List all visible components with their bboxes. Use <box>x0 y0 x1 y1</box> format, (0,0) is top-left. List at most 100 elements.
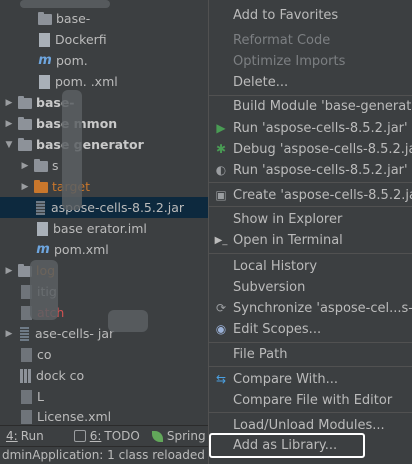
file-icon <box>37 221 48 236</box>
menu-item-label: Compare With... <box>233 371 339 387</box>
blur-overlay <box>20 0 110 8</box>
tree-item[interactable]: License.xml <box>0 406 208 425</box>
menu-item-subversion[interactable]: Subversion <box>209 276 412 298</box>
menu-item-compare-with-editor[interactable]: Compare File with Editor <box>209 389 412 411</box>
todo-tool-button[interactable]: 6: TODO <box>68 426 146 447</box>
debug-icon: ✱ <box>215 142 227 156</box>
tree-item[interactable]: m pom. <box>0 50 208 71</box>
menu-item-build-module[interactable]: Build Module 'base-generator' <box>209 95 412 117</box>
blur-overlay <box>30 260 58 320</box>
menu-item-synchronize[interactable]: ⟳ Synchronize 'aspose-cel...s-8.5. <box>209 297 412 319</box>
menu-item-label: Optimize Imports <box>233 53 346 69</box>
menu-item-label: Load/Unload Modules... <box>233 417 385 433</box>
tree-item[interactable]: ▶ base- <box>0 92 208 113</box>
expand-arrow-icon[interactable]: ▶ <box>4 329 14 339</box>
tree-item[interactable]: base- <box>0 8 208 29</box>
tree-item-label: co <box>37 347 52 362</box>
tree-item-selected[interactable]: aspose-cells-8.5.2.jar <box>0 197 208 218</box>
menu-item-label: File Path <box>233 346 288 362</box>
tree-item-label: pom. .xml <box>55 74 118 89</box>
menu-item-label: Add to Favorites <box>233 7 339 23</box>
compare-icon: ⇆ <box>215 372 227 386</box>
menu-item-optimize-imports[interactable]: Optimize Imports <box>209 50 412 72</box>
menu-item-create-config[interactable]: ▣ Create 'aspose-cells-8.5.2.jar'... <box>209 184 412 206</box>
tree-item[interactable]: ▶ ase-cells- jar <box>0 323 208 344</box>
file-icon <box>39 32 50 47</box>
todo-tool-label: TODO <box>104 429 140 443</box>
menu-item-local-history[interactable]: Local History <box>209 255 412 277</box>
menu-item-debug[interactable]: ✱ Debug 'aspose-cells-8.5.2.jar' <box>209 138 412 160</box>
tree-item-label: pom. <box>56 53 88 68</box>
menu-item-label: Synchronize 'aspose-cel...s-8.5. <box>233 300 412 316</box>
menu-item-label: Create 'aspose-cells-8.5.2.jar'... <box>233 187 412 203</box>
tree-item[interactable]: m pom.xml <box>0 239 208 260</box>
spring-tool-button[interactable]: Spring <box>146 426 212 447</box>
expand-arrow-icon[interactable]: ▶ <box>4 98 14 108</box>
menu-item-label: Run 'aspose-cells-8.5.2.jar' <box>233 120 408 136</box>
expand-arrow-icon[interactable]: ▶ <box>4 266 14 276</box>
tree-item[interactable]: L <box>0 386 208 407</box>
tree-item-label: s <box>52 158 59 173</box>
menu-separator <box>209 182 412 183</box>
project-tree[interactable]: base- Dockerfi m pom. pom. .xml ▶ base- … <box>0 0 208 425</box>
collapse-arrow-icon[interactable]: ▼ <box>4 140 14 150</box>
tool-window-bar: 4: Run 6: TODO Spring <box>0 425 208 446</box>
menu-item-open-in-terminal[interactable]: ▶_ Open in Terminal <box>209 229 412 251</box>
folder-orange-icon <box>34 179 48 193</box>
menu-item-edit-scopes[interactable]: ◉ Edit Scopes... <box>209 318 412 340</box>
tree-item[interactable]: co <box>0 344 208 365</box>
blur-overlay <box>62 90 82 210</box>
menu-item-run-with-coverage[interactable]: ◐ Run 'aspose-cells-8.5.2.jar' with <box>209 159 412 181</box>
file-icon <box>21 389 32 404</box>
menu-item-label: Edit Scopes... <box>233 321 322 337</box>
tree-item[interactable]: ▶ base mmon <box>0 113 208 134</box>
menu-item-delete[interactable]: Delete... <box>209 71 412 93</box>
folder-icon <box>34 158 48 172</box>
menu-item-show-in-explorer[interactable]: Show in Explorer <box>209 208 412 230</box>
todo-shortcut: 6: <box>89 429 102 443</box>
tree-item-label: L <box>37 389 44 404</box>
menu-item-compare-with[interactable]: ⇆ Compare With... <box>209 368 412 390</box>
tree-item[interactable]: ▼ base generator <box>0 134 208 155</box>
scopes-icon: ◉ <box>215 322 227 336</box>
menu-item-add-as-library[interactable]: Add as Library... <box>209 433 365 458</box>
tree-item[interactable]: pom. .xml <box>0 71 208 92</box>
tree-item[interactable]: ▶ s <box>0 155 208 176</box>
tree-item[interactable]: base erator.iml <box>0 218 208 239</box>
grid-icon <box>20 368 32 383</box>
menu-item-label: Build Module 'base-generator' <box>233 98 412 114</box>
file-icon <box>39 74 50 89</box>
folder-icon <box>18 137 32 151</box>
menu-item-label: Open in Terminal <box>233 232 343 248</box>
menu-item-label: Add as Library... <box>233 438 338 453</box>
menu-item-file-path[interactable]: File Path <box>209 343 412 365</box>
spring-tool-label: Spring <box>166 429 206 443</box>
menu-separator <box>209 366 412 367</box>
menu-item-run[interactable]: ▶ Run 'aspose-cells-8.5.2.jar' <box>209 117 412 139</box>
blur-overlay <box>108 310 148 332</box>
menu-item-reformat-code[interactable]: Reformat Code <box>209 29 412 51</box>
run-tool-button[interactable]: 4: Run <box>0 426 50 447</box>
status-text: dminApplication: 1 class reloaded // <box>2 448 208 462</box>
expand-arrow-icon[interactable]: ▶ <box>4 119 14 129</box>
tree-item[interactable]: Dockerfi <box>0 29 208 50</box>
tree-item-label: Dockerfi <box>55 32 107 47</box>
maven-icon: m <box>36 241 50 257</box>
menu-item-label: Show in Explorer <box>233 211 343 227</box>
create-config-icon: ▣ <box>215 188 227 202</box>
menu-item-label: Reformat Code <box>233 32 331 48</box>
tree-item[interactable]: ▶ target <box>0 176 208 197</box>
folder-icon <box>18 116 32 130</box>
status-bar: dminApplication: 1 class reloaded // <box>0 446 208 464</box>
spring-icon <box>151 430 163 442</box>
expand-arrow-icon[interactable]: ▶ <box>20 182 30 192</box>
folder-icon <box>38 11 52 25</box>
tree-item[interactable]: dock co <box>0 365 208 386</box>
sync-icon: ⟳ <box>215 301 227 315</box>
menu-item-add-to-favorites[interactable]: Add to Favorites <box>209 4 412 26</box>
tree-item-label: ase-cells- jar <box>35 326 115 341</box>
tree-item-label: pom.xml <box>54 242 109 257</box>
tree-item-label: base generator <box>36 137 144 152</box>
menu-item-label: Local History <box>233 258 318 274</box>
expand-arrow-icon[interactable]: ▶ <box>20 161 30 171</box>
